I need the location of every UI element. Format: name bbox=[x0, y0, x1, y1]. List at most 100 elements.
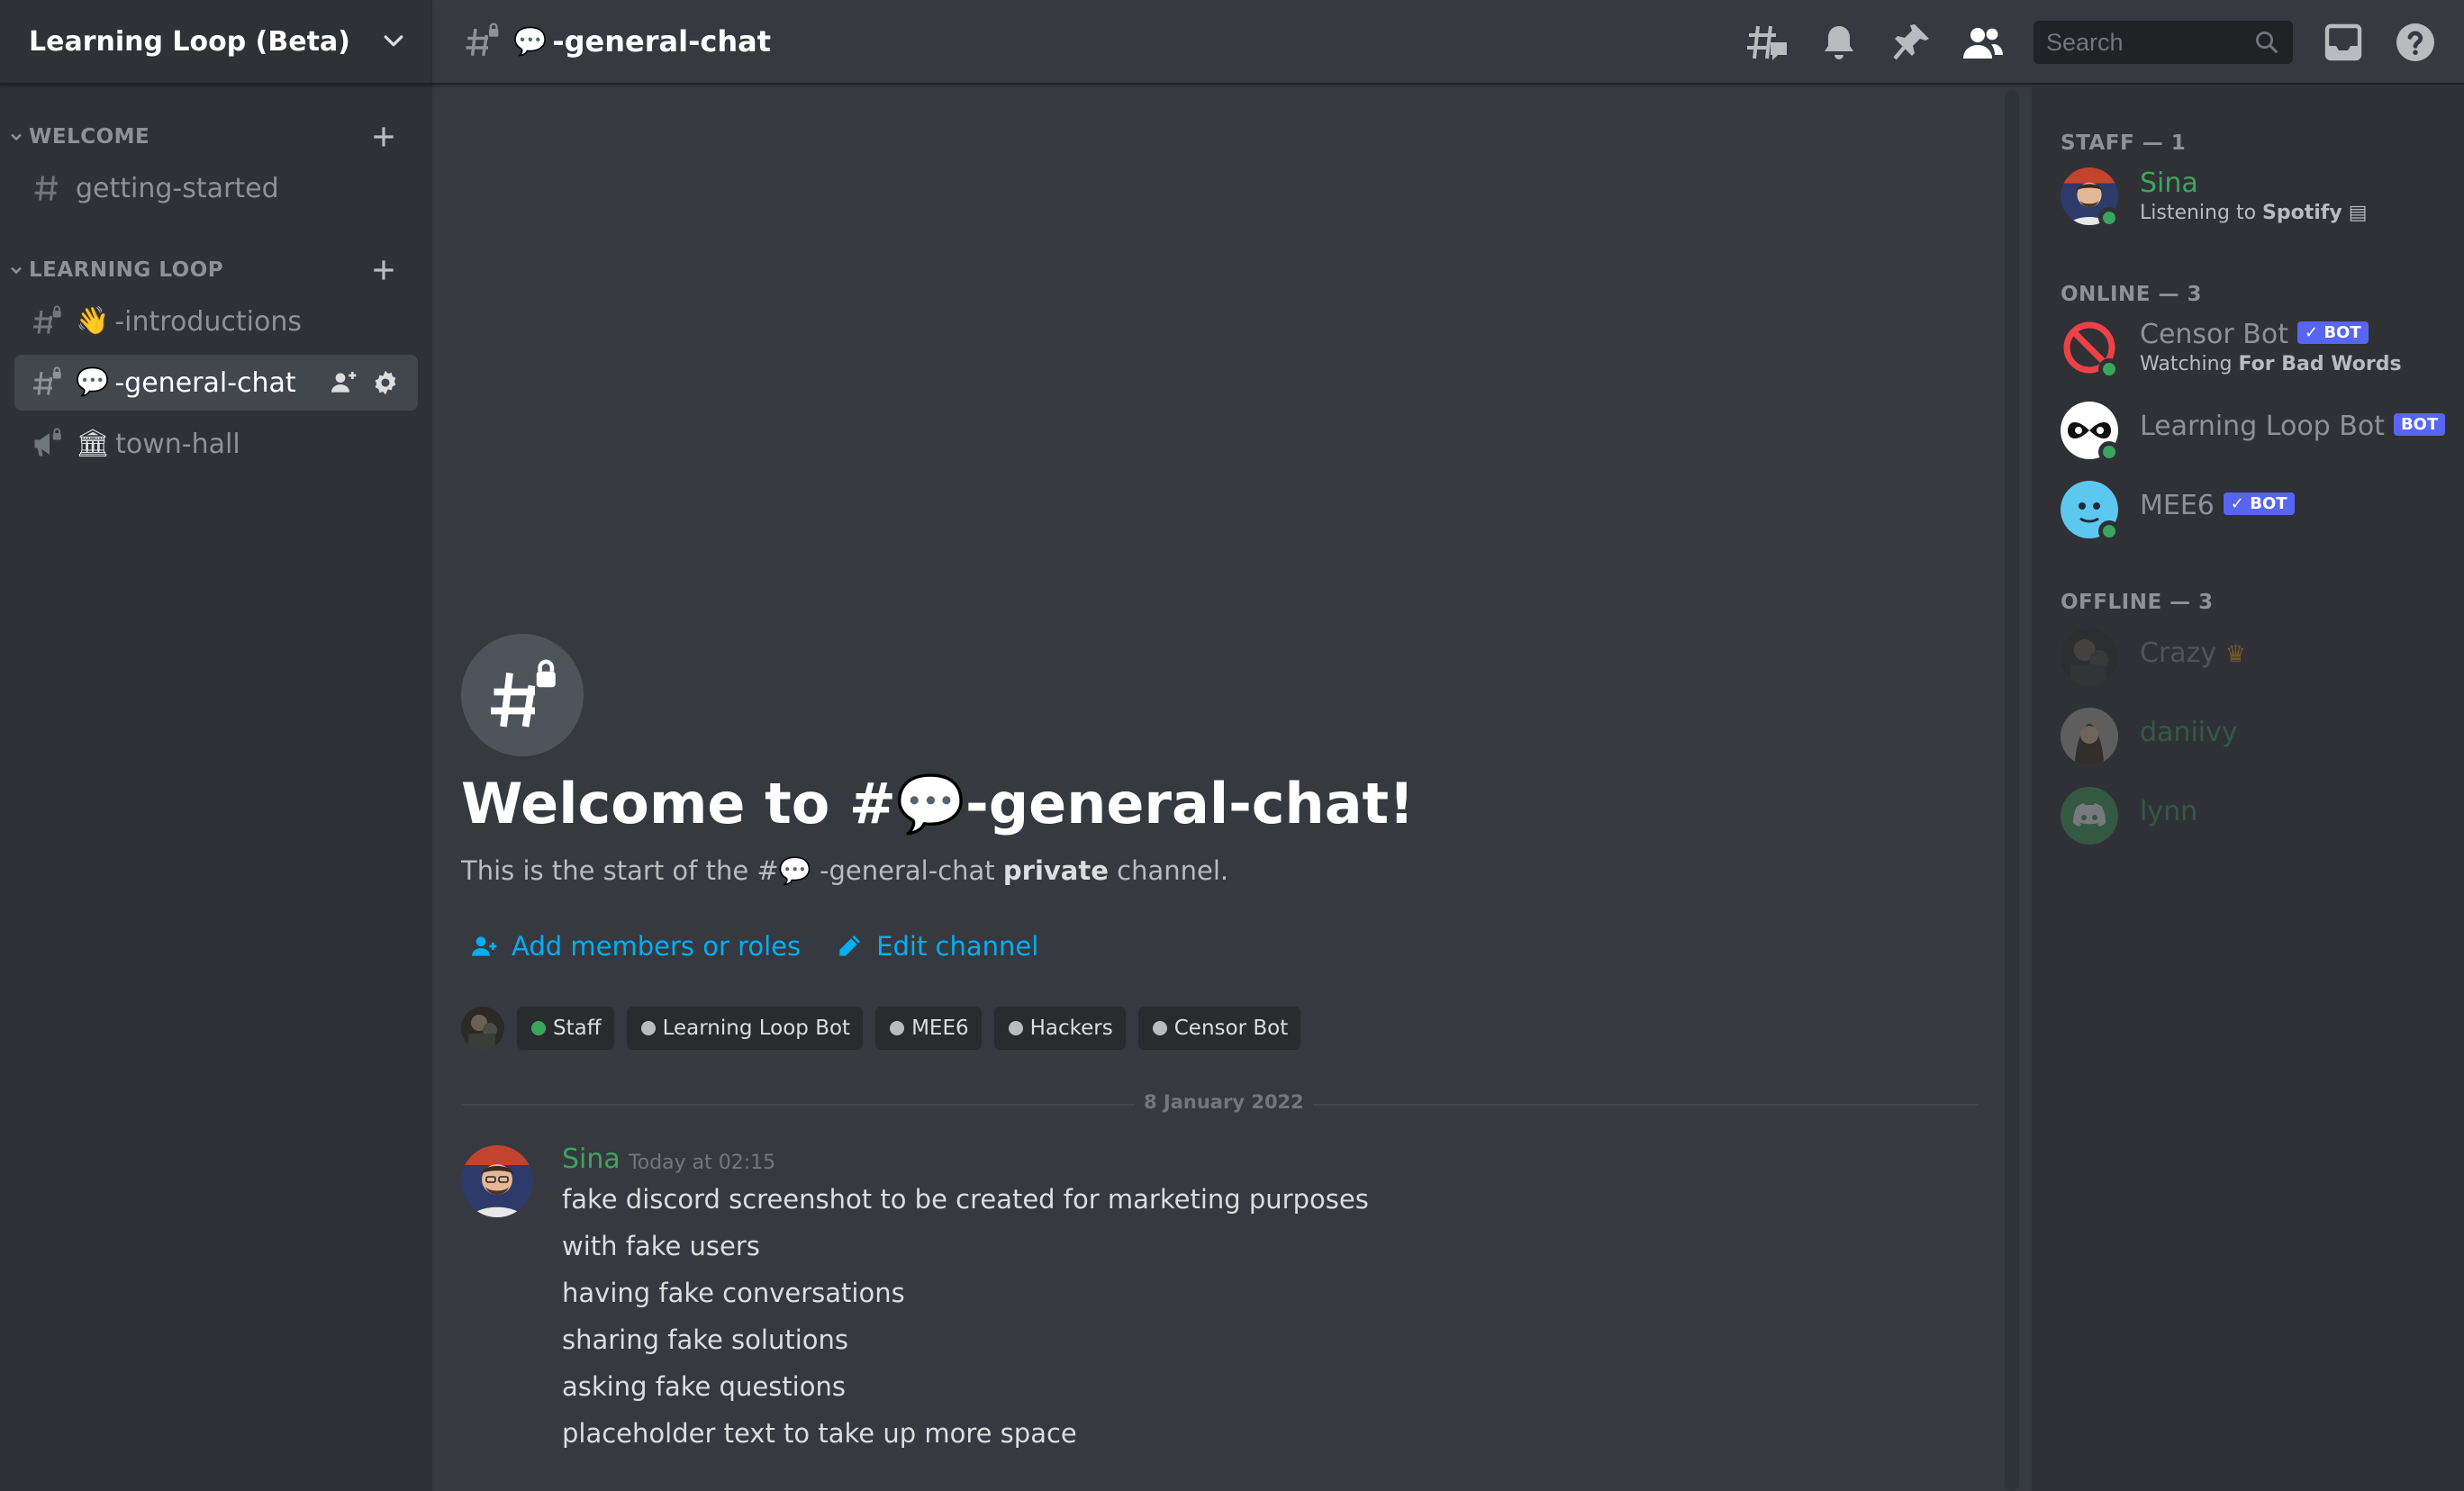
member-learning-loop-bot[interactable]: Learning Loop Bot BOT bbox=[2061, 396, 2457, 468]
role-pill-hackers[interactable]: Hackers bbox=[993, 1007, 1126, 1050]
message-line: fake discord screenshot to be created fo… bbox=[562, 1184, 1369, 1215]
role-color-dot bbox=[531, 1021, 546, 1035]
member-group-online: ONLINE — 3 bbox=[2061, 283, 2202, 306]
member-name-text: MEE6 bbox=[2140, 490, 2215, 521]
sub-suffix: channel. bbox=[1108, 855, 1229, 886]
role-pill-staff[interactable]: Staff bbox=[517, 1007, 614, 1050]
channel-getting-started[interactable]: getting-started bbox=[14, 160, 418, 216]
role-pill-mee6[interactable]: MEE6 bbox=[875, 1007, 982, 1050]
member-name-text: Learning Loop Bot bbox=[2140, 411, 2385, 442]
bot-tag: ✓ BOT bbox=[2296, 321, 2369, 344]
role-label: Hackers bbox=[1029, 1017, 1113, 1040]
member-name: Censor Bot ✓ BOT bbox=[2140, 319, 2369, 350]
avatar bbox=[2061, 708, 2118, 765]
sub-private: private bbox=[1002, 855, 1109, 886]
category-learning-loop[interactable]: LEARNING LOOP bbox=[0, 252, 432, 288]
bot-tag: ✓ BOT bbox=[2223, 492, 2295, 515]
speech-bubble-emoji: 💬 bbox=[76, 366, 110, 398]
status-prefix: Listening to bbox=[2140, 202, 2263, 224]
classical-building-emoji: 🏛 bbox=[76, 428, 111, 459]
server-name: Learning Loop (Beta) bbox=[29, 25, 350, 58]
channel-label: -introductions bbox=[114, 305, 302, 338]
category-welcome[interactable]: WELCOME bbox=[0, 119, 432, 155]
wave-emoji: 👋 bbox=[76, 305, 110, 337]
add-members-button[interactable]: Add members or roles bbox=[470, 931, 801, 962]
welcome-title-suffix: -general-chat! bbox=[965, 771, 1415, 836]
welcome-subtitle: This is the start of the #💬 -general-cha… bbox=[461, 855, 1228, 887]
chat-scrollbar[interactable] bbox=[2005, 90, 2019, 1491]
welcome-actions: Add members or roles Edit channel bbox=[470, 931, 1073, 962]
invite-icon[interactable] bbox=[330, 368, 358, 397]
hashtag-icon bbox=[34, 176, 58, 201]
member-name: MEE6 ✓ BOT bbox=[2140, 490, 2295, 521]
chevron-down-icon[interactable] bbox=[380, 28, 407, 55]
edit-channel-label: Edit channel bbox=[876, 931, 1039, 962]
locked-hashtag-icon bbox=[33, 305, 61, 334]
sina-avatar-image bbox=[461, 1145, 533, 1217]
member-lynn[interactable]: lynn bbox=[2061, 782, 2457, 854]
gear-icon[interactable] bbox=[371, 368, 400, 397]
role-pill-learning-loop-bot[interactable]: Learning Loop Bot bbox=[626, 1007, 864, 1050]
locked-hashtag-icon bbox=[33, 366, 61, 395]
avatar bbox=[2061, 167, 2120, 229]
welcome-title: Welcome to #💬-general-chat! bbox=[461, 771, 1414, 837]
status-prefix: Watching bbox=[2140, 353, 2239, 375]
channel-sidebar: Learning Loop (Beta) WELCOME getting-sta… bbox=[0, 0, 432, 1491]
member-group-staff: STAFF — 1 bbox=[2061, 131, 2187, 155]
category-label: WELCOME bbox=[29, 125, 150, 149]
member-name-text: Crazy bbox=[2140, 637, 2217, 669]
member-name-text: Censor Bot bbox=[2140, 319, 2288, 350]
role-pill-censor-bot[interactable]: Censor Bot bbox=[1137, 1007, 1301, 1050]
avatar bbox=[2061, 787, 2118, 845]
member-crazy[interactable]: Crazy ♛ bbox=[2061, 623, 2457, 695]
channel-town-hall[interactable]: 🏛 town-hall bbox=[14, 416, 418, 472]
bell-icon[interactable] bbox=[1817, 21, 1861, 64]
search-icon bbox=[2256, 32, 2278, 54]
user-avatar-image bbox=[461, 1007, 504, 1050]
sub-channel: -general-chat bbox=[811, 855, 1003, 886]
search-box[interactable] bbox=[2034, 21, 2293, 64]
add-channel-icon[interactable] bbox=[369, 122, 398, 151]
search-input[interactable] bbox=[2046, 28, 2244, 57]
crown-icon: ♛ bbox=[2224, 641, 2247, 668]
member-list-icon[interactable] bbox=[1961, 21, 2005, 64]
status-activity: For Bad Words bbox=[2238, 353, 2402, 375]
channel-introductions[interactable]: 👋 -introductions bbox=[14, 294, 418, 349]
bot-tag: BOT bbox=[2393, 413, 2446, 436]
avatar[interactable] bbox=[461, 1007, 504, 1050]
member-name: Sina bbox=[2140, 167, 2198, 199]
message-author[interactable]: Sina bbox=[562, 1143, 621, 1175]
add-channel-icon[interactable] bbox=[369, 256, 398, 285]
edit-channel-button[interactable]: Edit channel bbox=[835, 931, 1038, 962]
role-label: Staff bbox=[553, 1017, 602, 1040]
role-color-dot bbox=[1152, 1021, 1167, 1035]
online-status-dot bbox=[2098, 441, 2120, 463]
announcement-icon bbox=[34, 428, 61, 456]
message-line: with fake users bbox=[562, 1231, 760, 1261]
add-member-icon bbox=[472, 936, 497, 956]
member-sina[interactable]: Sina Listening to Spotify ▤ bbox=[2061, 162, 2457, 234]
role-list: Staff Learning Loop Bot MEE6 Hackers Cen… bbox=[461, 1007, 1313, 1050]
role-color-dot bbox=[640, 1021, 656, 1035]
member-daniivy[interactable]: daniivy bbox=[2061, 702, 2457, 774]
role-color-dot bbox=[1008, 1021, 1023, 1035]
avatar bbox=[2061, 319, 2120, 380]
add-members-label: Add members or roles bbox=[512, 931, 802, 962]
status-activity: Spotify bbox=[2262, 202, 2342, 224]
member-name: lynn bbox=[2140, 796, 2198, 827]
avatar[interactable] bbox=[461, 1145, 533, 1217]
daniivy-avatar-image bbox=[2061, 708, 2118, 765]
threads-icon[interactable] bbox=[1745, 21, 1789, 64]
channel-label: -general-chat bbox=[114, 366, 296, 399]
message-line: asking fake questions bbox=[562, 1371, 846, 1402]
pin-icon[interactable] bbox=[1889, 21, 1933, 64]
role-label: Learning Loop Bot bbox=[662, 1017, 851, 1040]
message-line: sharing fake solutions bbox=[562, 1324, 848, 1355]
help-icon[interactable] bbox=[2394, 21, 2437, 64]
member-mee6[interactable]: MEE6 ✓ BOT bbox=[2061, 475, 2457, 547]
member-censor-bot[interactable]: Censor Bot ✓ BOT Watching For Bad Words bbox=[2061, 313, 2457, 385]
inbox-icon[interactable] bbox=[2322, 21, 2365, 64]
avatar bbox=[2061, 402, 2120, 463]
channel-general-chat[interactable]: 💬 -general-chat bbox=[14, 355, 418, 411]
server-header[interactable]: Learning Loop (Beta) bbox=[0, 0, 432, 85]
